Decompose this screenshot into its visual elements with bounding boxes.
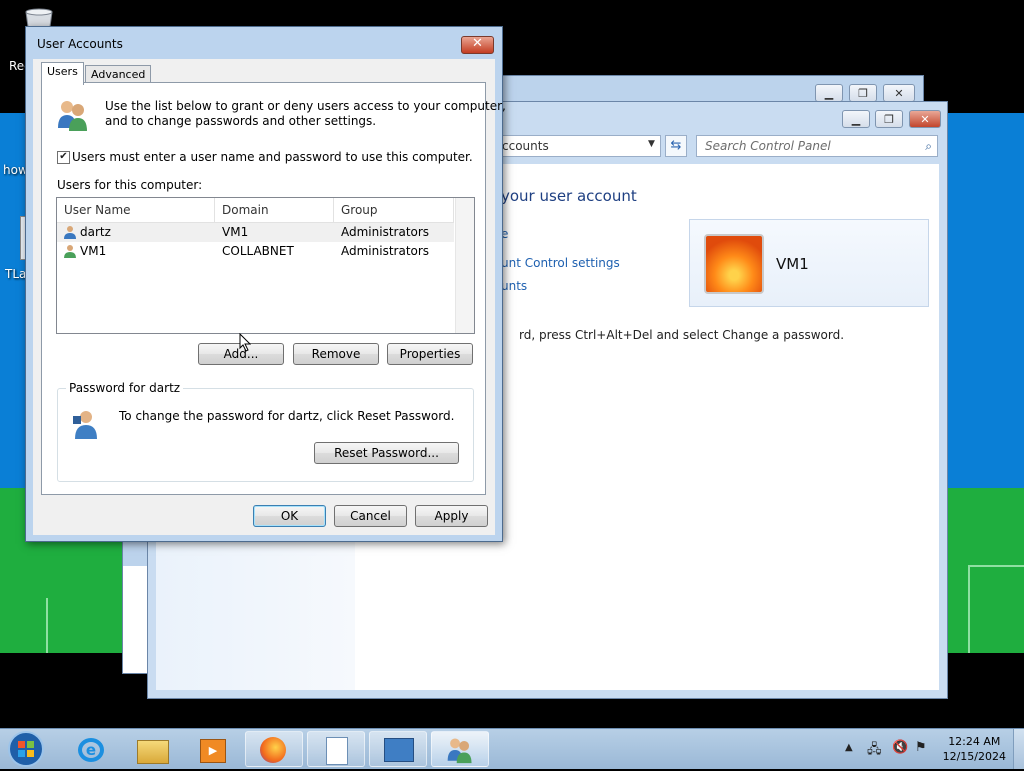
cell-user: dartz [80,225,111,239]
restore-button[interactable]: ❐ [875,110,903,128]
users-group-icon [56,98,90,135]
users-list-label: Users for this computer: [57,178,203,192]
users-tab-panel: Use the list below to grant or deny user… [41,82,506,495]
cancel-button[interactable]: Cancel [334,505,407,527]
column-user-name[interactable]: User Name [57,198,215,222]
password-instruction: To change the password for dartz, click … [119,409,455,423]
user-avatar [704,234,764,294]
require-login-label[interactable]: Users must enter a user name and passwor… [72,150,473,164]
users-list[interactable]: User Name Domain Group dartz VM1 Adminis… [56,197,475,334]
table-row[interactable]: dartz VM1 Administrators [57,223,454,242]
tab-users[interactable]: Users [41,62,84,85]
restore-button[interactable]: ❐ [849,84,877,102]
cell-domain: COLLABNET [222,244,294,258]
wallpaper-line [46,598,48,653]
wallpaper-line [968,565,1024,567]
cell-group: Administrators [341,244,430,258]
action-center-flag-icon[interactable]: ⚑ [915,740,927,755]
apply-button[interactable]: Apply [415,505,488,527]
column-domain[interactable]: Domain [215,198,334,222]
search-input[interactable]: Search Control Panel ⌕ [696,135,938,157]
file-explorer-icon[interactable] [122,731,180,767]
cell-group: Administrators [341,225,430,239]
control-panel-icon[interactable] [369,731,427,767]
clock-time: 12:24 AM [948,735,1001,748]
show-hidden-icons-icon[interactable]: ▲ [845,742,853,753]
media-player-icon[interactable]: ▶ [183,731,241,767]
intro-text-line1: Use the list below to grant or deny user… [105,99,506,113]
dialog-body: Users Advanced Use the list below to gra… [33,59,506,535]
password-note: rd, press Ctrl+Alt+Del and select Change… [519,328,845,342]
start-orb-icon[interactable] [6,730,46,768]
cell-domain: VM1 [222,225,249,239]
link-uac-settings[interactable]: unt Control settings [501,256,620,270]
user-tile: VM1 [689,219,929,307]
password-groupbox: Password for dartz To change the passwor… [57,381,474,482]
list-header: User Name Domain Group [57,198,454,223]
show-desktop-button[interactable] [1013,729,1024,769]
link-manage-accounts[interactable]: unts [501,279,527,293]
wallpaper-line [968,565,970,653]
refresh-icon[interactable]: ⇆ [665,135,687,157]
intro-text-line2: and to change passwords and other settin… [105,114,377,128]
reset-password-button[interactable]: Reset Password... [314,442,459,464]
minimize-button[interactable]: ▁ [815,84,843,102]
remove-user-button[interactable]: Remove [293,343,379,365]
minimize-button[interactable]: ▁ [842,110,870,128]
ok-button[interactable]: OK [253,505,326,527]
network-icon[interactable]: 🖧 [867,740,882,762]
user-accounts-taskbar-icon[interactable] [431,731,489,767]
document-icon[interactable] [307,731,365,767]
window-content [123,566,148,673]
close-button[interactable]: ✕ [909,110,941,128]
taskbar: e ▶ ▲ 🖧 🔇 ⚑ 12:24 AM 12/15/2024 [0,728,1024,769]
clock[interactable]: 12:24 AM 12/15/2024 [943,734,1006,764]
dialog-title: User Accounts [37,37,123,51]
search-placeholder: Search Control Panel [705,139,831,153]
volume-muted-icon[interactable]: 🔇 [892,740,908,755]
page-heading: your user account [501,187,637,205]
properties-button[interactable]: Properties [387,343,473,365]
dialog-close-button[interactable]: ✕ [461,36,494,54]
user-accounts-dialog: User Accounts ✕ Users Advanced Use the l… [25,26,506,542]
table-row[interactable]: VM1 COLLABNET Administrators [57,242,454,261]
cell-user: VM1 [80,244,107,258]
close-button[interactable]: ✕ [883,84,915,102]
firefox-icon[interactable] [245,731,303,767]
address-text: ccounts [502,139,549,153]
password-group-label: Password for dartz [66,381,184,395]
internet-explorer-icon[interactable]: e [61,731,119,767]
search-icon[interactable]: ⌕ [925,136,932,156]
user-icon [63,244,77,264]
list-scrollbar[interactable] [455,198,474,333]
mouse-cursor-icon [239,332,252,355]
dropdown-arrow-icon[interactable]: ▼ [648,139,655,149]
desktop-label-3: TLa [5,267,27,281]
user-password-icon [72,408,104,443]
require-login-checkbox[interactable]: ✔ [57,151,70,164]
user-tile-name: VM1 [776,255,809,273]
clock-date: 12/15/2024 [942,750,1006,763]
column-group[interactable]: Group [334,198,454,222]
